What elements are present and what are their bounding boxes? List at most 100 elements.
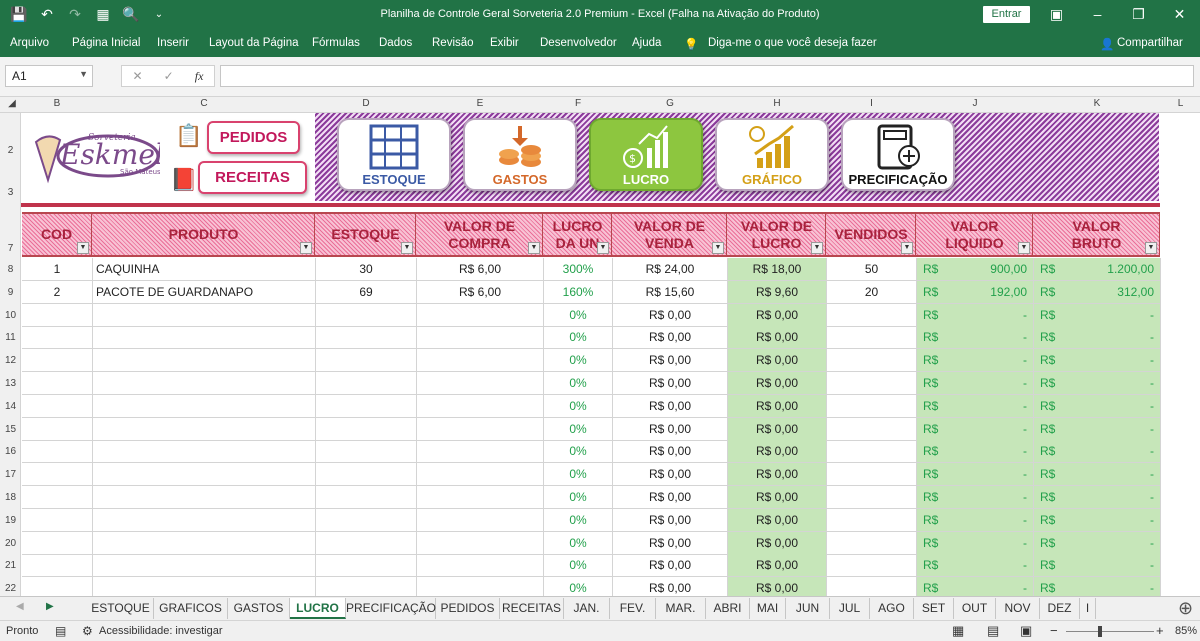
cell-valor-liquido[interactable]: R$ -	[917, 463, 1034, 487]
cell-vendidos[interactable]	[827, 508, 917, 532]
cell-valor-venda[interactable]: R$ 0,00	[613, 463, 728, 487]
tab-3[interactable]: LUCRO	[290, 598, 346, 619]
row-header[interactable]: 12	[0, 355, 21, 366]
cell-valor-lucro[interactable]: R$ 0,00	[728, 349, 827, 373]
cell-vendidos[interactable]	[827, 417, 917, 441]
chevron-down-icon[interactable]: ▼	[79, 69, 88, 79]
cell-cod[interactable]	[22, 440, 93, 464]
cell-vendidos[interactable]	[827, 372, 917, 395]
tab-11[interactable]: MAI	[750, 598, 786, 619]
cell-produto[interactable]	[93, 349, 316, 373]
tab-0[interactable]: ESTOQUE	[88, 598, 154, 619]
grafico-button[interactable]: GRÁFICO	[715, 118, 829, 191]
filter-dropdown-icon[interactable]: ▼	[597, 242, 609, 254]
insert-function-icon[interactable]: fx	[195, 69, 204, 84]
col-header-i[interactable]: I	[827, 98, 916, 109]
cell-valor-venda[interactable]: R$ 24,00	[613, 258, 728, 281]
cell-lucro-un[interactable]: 0%	[544, 326, 613, 350]
row-header[interactable]: 15	[0, 424, 21, 435]
cell-produto[interactable]	[93, 417, 316, 441]
accessibility-status[interactable]: Acessibilidade: investigar	[99, 625, 223, 637]
cell-cod[interactable]	[22, 326, 93, 350]
row-header-7[interactable]: 7	[0, 243, 21, 254]
tab-6[interactable]: RECEITAS	[500, 598, 564, 619]
cell-valor-bruto[interactable]: R$ -	[1034, 394, 1161, 418]
cell-vendidos[interactable]: 50	[827, 258, 917, 281]
cell-estoque[interactable]	[316, 303, 417, 327]
page-layout-icon[interactable]: ▤	[987, 623, 999, 639]
cell-valor-lucro[interactable]: R$ 18,00	[728, 258, 827, 281]
cell-cod[interactable]	[22, 349, 93, 373]
cell-lucro-un[interactable]: 0%	[544, 303, 613, 327]
close-icon[interactable]: ✕	[1159, 0, 1200, 31]
cell-estoque[interactable]: 69	[316, 280, 417, 304]
cell-produto[interactable]	[93, 463, 316, 487]
cell-estoque[interactable]	[316, 508, 417, 532]
cell-lucro-un[interactable]: 160%	[544, 280, 613, 304]
cell-valor-liquido[interactable]: R$ -	[917, 417, 1034, 441]
pedidos-button[interactable]: PEDIDOS	[207, 121, 300, 154]
cell-valor-lucro[interactable]: R$ 0,00	[728, 372, 827, 395]
tab-8[interactable]: FEV.	[610, 598, 656, 619]
tell-me-input[interactable]: Diga-me o que você deseja fazer	[708, 37, 877, 49]
cell-estoque[interactable]: 30	[316, 258, 417, 281]
filter-dropdown-icon[interactable]: ▼	[901, 242, 913, 254]
cell-valor-compra[interactable]	[417, 394, 544, 418]
zoom-level[interactable]: 85%	[1175, 625, 1197, 637]
tab-19[interactable]: I	[1080, 598, 1096, 619]
tab-scroll-right-icon[interactable]: ▶	[46, 601, 54, 612]
cell-valor-venda[interactable]: R$ 0,00	[613, 531, 728, 555]
tab-9[interactable]: MAR.	[656, 598, 706, 619]
row-header[interactable]: 10	[0, 310, 21, 321]
cell-vendidos[interactable]	[827, 303, 917, 327]
row-header[interactable]: 17	[0, 469, 21, 480]
tab-15[interactable]: SET	[914, 598, 954, 619]
cell-valor-lucro[interactable]: R$ 0,00	[728, 508, 827, 532]
cell-valor-venda[interactable]: R$ 0,00	[613, 303, 728, 327]
cell-valor-venda[interactable]: R$ 0,00	[613, 394, 728, 418]
gastos-button[interactable]: GASTOS	[463, 118, 577, 191]
filter-dropdown-icon[interactable]: ▼	[1018, 242, 1030, 254]
filter-dropdown-icon[interactable]: ▼	[77, 242, 89, 254]
cell-estoque[interactable]	[316, 417, 417, 441]
tab-18[interactable]: DEZ	[1040, 598, 1080, 619]
zoom-slider[interactable]	[1066, 631, 1154, 632]
cell-valor-liquido[interactable]: R$ 192,00	[917, 280, 1034, 304]
cell-lucro-un[interactable]: 0%	[544, 349, 613, 373]
cell-valor-liquido[interactable]: R$ -	[917, 531, 1034, 555]
cell-valor-compra[interactable]	[417, 349, 544, 373]
cell-valor-bruto[interactable]: R$ -	[1034, 372, 1161, 395]
col-header-k[interactable]: K	[1034, 98, 1160, 109]
cell-valor-bruto[interactable]: R$ -	[1034, 554, 1161, 578]
cell-vendidos[interactable]: 20	[827, 280, 917, 304]
cell-valor-liquido[interactable]: R$ -	[917, 372, 1034, 395]
accessibility-icon[interactable]: ⚙	[82, 624, 93, 638]
col-header-f[interactable]: F	[544, 98, 612, 109]
cell-estoque[interactable]	[316, 394, 417, 418]
name-box[interactable]: A1 ▼	[5, 65, 93, 87]
row-header[interactable]: 16	[0, 446, 21, 457]
cell-vendidos[interactable]	[827, 531, 917, 555]
cell-valor-lucro[interactable]: R$ 9,60	[728, 280, 827, 304]
col-header-h[interactable]: H	[728, 98, 826, 109]
cell-lucro-un[interactable]: 0%	[544, 440, 613, 464]
cell-valor-liquido[interactable]: R$ -	[917, 394, 1034, 418]
minimize-icon[interactable]: –	[1077, 0, 1118, 31]
cell-valor-liquido[interactable]: R$ -	[917, 440, 1034, 464]
cell-valor-bruto[interactable]: R$ 312,00	[1034, 280, 1161, 304]
col-header-l[interactable]: L	[1161, 98, 1200, 109]
filter-dropdown-icon[interactable]: ▼	[811, 242, 823, 254]
menu-ajuda[interactable]: Ajuda	[632, 37, 661, 49]
cell-valor-venda[interactable]: R$ 15,60	[613, 280, 728, 304]
cell-lucro-un[interactable]: 0%	[544, 486, 613, 509]
cell-valor-venda[interactable]: R$ 0,00	[613, 486, 728, 509]
tab-10[interactable]: ABRI	[706, 598, 750, 619]
cell-cod[interactable]	[22, 463, 93, 487]
cell-lucro-un[interactable]: 0%	[544, 394, 613, 418]
cell-valor-lucro[interactable]: R$ 0,00	[728, 486, 827, 509]
cell-valor-compra[interactable]	[417, 463, 544, 487]
cell-valor-lucro[interactable]: R$ 0,00	[728, 554, 827, 578]
cell-produto[interactable]: CAQUINHA	[93, 258, 316, 281]
cell-estoque[interactable]	[316, 440, 417, 464]
col-header-b[interactable]: B	[22, 98, 92, 109]
